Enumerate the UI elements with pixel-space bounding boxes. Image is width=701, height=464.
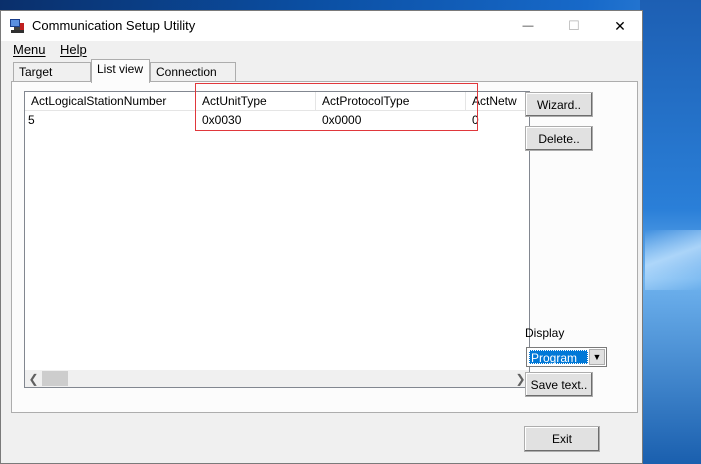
menu-item-menu[interactable]: Menu xyxy=(13,42,46,57)
horizontal-scrollbar[interactable]: ❮ ❯ xyxy=(25,370,529,387)
station-list[interactable]: ActLogicalStationNumber ActUnitType ActP… xyxy=(24,91,530,388)
minimize-icon: — xyxy=(522,20,534,32)
table-row[interactable]: 5 0x0030 0x0000 0 xyxy=(25,112,529,129)
tab-list-view[interactable]: List view xyxy=(91,59,150,83)
button-label: Delete.. xyxy=(538,131,580,146)
display-label: Display xyxy=(525,326,565,340)
column-header-logical-station[interactable]: ActLogicalStationNumber xyxy=(25,92,196,111)
cell-logical-station: 5 xyxy=(28,113,35,127)
scroll-left-icon[interactable]: ❮ xyxy=(25,370,42,387)
column-header-label: ActLogicalStationNumber xyxy=(31,94,167,108)
column-header-label: ActProtocolType xyxy=(322,94,410,108)
app-window: Communication Setup Utility — ☐ ✕ Menu H… xyxy=(0,10,643,464)
menu-item-help[interactable]: Help xyxy=(60,42,87,57)
dropdown-arrow-icon[interactable]: ▼ xyxy=(589,349,605,365)
cell-unit-type: 0x0030 xyxy=(202,113,242,127)
cell-protocol-type: 0x0000 xyxy=(322,113,362,127)
column-header-protocol-type[interactable]: ActProtocolType xyxy=(316,92,466,111)
column-header-network[interactable]: ActNetw xyxy=(466,92,529,111)
desktop-light-beam xyxy=(645,230,701,290)
tab-label: List view xyxy=(97,62,144,76)
app-icon xyxy=(10,19,24,33)
minimize-button[interactable]: — xyxy=(505,11,551,41)
column-header-label: ActNetw xyxy=(472,94,517,108)
close-icon: ✕ xyxy=(614,17,626,34)
list-header: ActLogicalStationNumber ActUnitType ActP… xyxy=(25,92,529,111)
menu-item-label: Menu xyxy=(13,42,46,57)
scroll-thumb[interactable] xyxy=(42,371,68,386)
cell-network: 0 xyxy=(472,113,479,127)
title-bar[interactable]: Communication Setup Utility — ☐ ✕ xyxy=(1,11,642,41)
save-text-button[interactable]: Save text.. xyxy=(525,372,593,397)
wizard-button[interactable]: Wizard.. xyxy=(525,92,593,117)
close-button[interactable]: ✕ xyxy=(597,11,643,41)
column-header-unit-type[interactable]: ActUnitType xyxy=(196,92,316,111)
exit-button[interactable]: Exit xyxy=(524,426,600,452)
tab-target-setting[interactable]: Target setting xyxy=(13,62,91,97)
delete-button[interactable]: Delete.. xyxy=(525,126,593,151)
menu-item-label: Help xyxy=(60,42,87,57)
maximize-icon: ☐ xyxy=(568,18,580,33)
button-label: Wizard.. xyxy=(536,97,581,112)
button-label: Save text.. xyxy=(530,377,588,392)
tab-strip: Target setting List view Connection test xyxy=(1,59,642,97)
tab-panel-list-view: ActLogicalStationNumber ActUnitType ActP… xyxy=(11,81,638,413)
column-header-label: ActUnitType xyxy=(202,94,267,108)
display-selected-value: Program xyxy=(529,350,588,365)
button-label: Exit xyxy=(551,432,572,446)
display-select[interactable]: Program ▼ xyxy=(526,347,607,367)
maximize-button[interactable]: ☐ xyxy=(551,11,597,41)
tab-connection-test[interactable]: Connection test xyxy=(150,62,236,97)
window-title: Communication Setup Utility xyxy=(32,18,196,33)
menu-bar: Menu Help xyxy=(1,41,642,61)
